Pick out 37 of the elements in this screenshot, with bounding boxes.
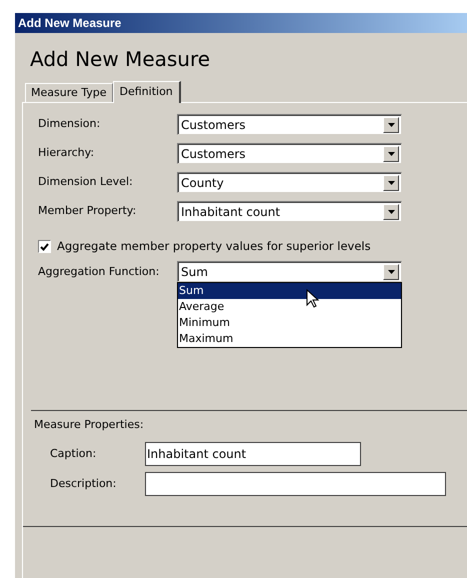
text-field[interactable]: Inhabitant count [145, 442, 361, 466]
combo-box[interactable]: Customers [177, 143, 402, 164]
caret-icon [388, 122, 394, 126]
field-label: Dimension Level: [38, 174, 134, 190]
field-label: Member Property: [38, 203, 138, 220]
dropdown-button[interactable] [383, 116, 399, 132]
caret-icon [388, 210, 394, 214]
dropdown-button[interactable] [383, 204, 399, 220]
cursor-icon [306, 289, 320, 310]
combo-box[interactable]: Customers [177, 114, 402, 135]
field-label: Hierarchy: [38, 145, 96, 162]
dropdown-option[interactable]: Maximum [178, 331, 401, 348]
caret-icon [388, 270, 394, 274]
checkbox[interactable] [38, 240, 51, 254]
combo-box[interactable]: Sum [177, 261, 402, 282]
dialog-heading: Add New Measure [29, 46, 210, 69]
field-label: Aggregation Function: [38, 264, 160, 280]
text-field[interactable] [145, 472, 446, 496]
combo-box[interactable]: County [177, 172, 402, 193]
dropdown-option[interactable]: Sum [178, 283, 401, 300]
tab[interactable]: Measure Type [25, 83, 113, 102]
dropdown-option[interactable]: Minimum [178, 315, 401, 332]
window-title: Add New Measure [18, 15, 122, 32]
dropdown-button[interactable] [383, 264, 399, 280]
check-icon [40, 242, 49, 251]
section-title: Measure Properties: [34, 417, 144, 434]
field-label: Caption: [50, 446, 98, 462]
checkbox-label: Aggregate member property values for superior levels [57, 238, 371, 255]
dropdown-option[interactable]: Average [178, 299, 401, 316]
dropdown-button[interactable] [383, 146, 399, 162]
field-label: Dimension: [38, 116, 102, 132]
caret-icon [388, 180, 394, 184]
combo-box[interactable]: Inhabitant count [177, 201, 402, 222]
dropdown-button[interactable] [383, 174, 399, 190]
caret-icon [388, 152, 394, 156]
field-label: Description: [50, 476, 118, 492]
tab[interactable]: Definition [112, 81, 181, 103]
